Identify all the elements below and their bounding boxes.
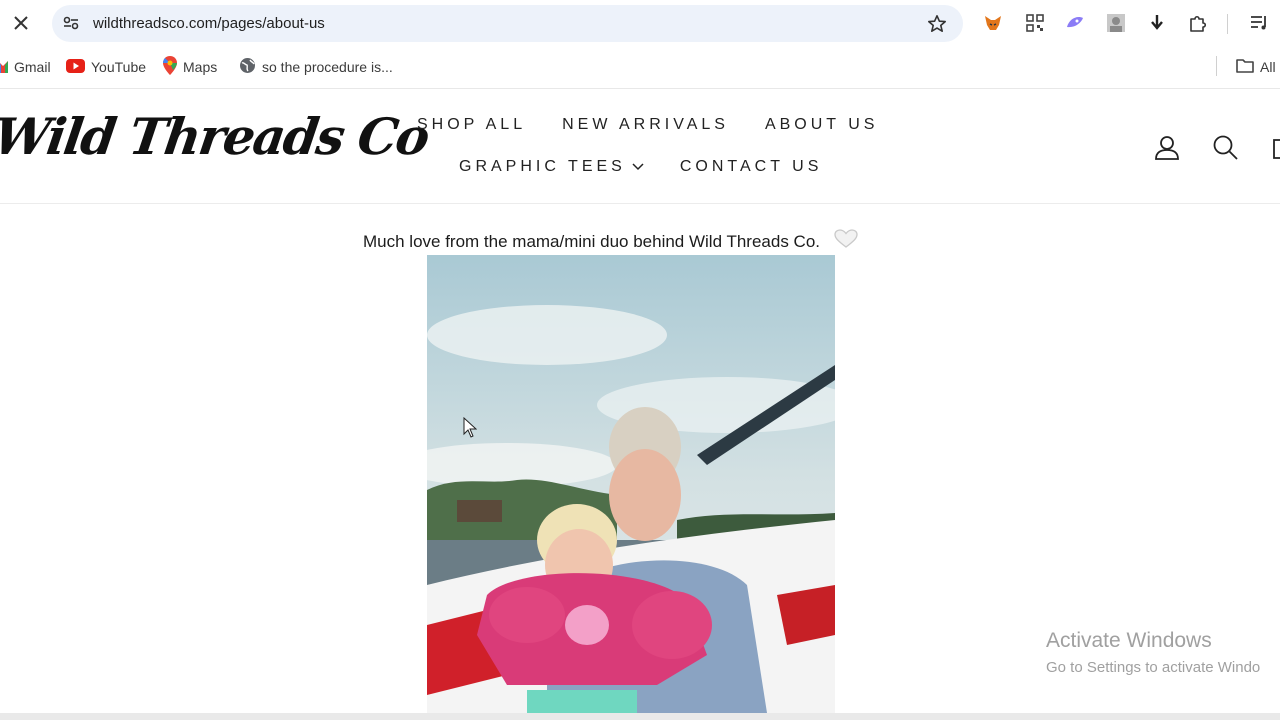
bookmark-label: so the procedure is... [262,59,393,75]
url-text[interactable]: wildthreadsco.com/pages/about-us [93,15,325,32]
about-intro: Much love from the mama/mini duo behind … [363,229,858,254]
close-icon[interactable] [10,12,32,34]
nav-graphic-tees-label: GRAPHIC TEES [459,158,626,175]
toolbar-divider [1227,14,1228,34]
all-bookmarks-label: All [1260,59,1276,75]
download-icon[interactable] [1147,13,1167,33]
chevron-down-icon [632,158,644,176]
site-logo[interactable]: Wild Threads Co [0,107,432,166]
nav-shop-all[interactable]: SHOP ALL [417,116,526,134]
watermark-subtitle: Go to Settings to activate Windo [1046,659,1261,676]
gmail-icon [0,59,8,76]
windows-activation-watermark: Activate Windows Go to Settings to activ… [1046,629,1260,676]
bookmarks-divider [1216,56,1217,76]
bookmark-label: Gmail [14,59,51,75]
account-icon[interactable] [1154,134,1180,160]
nav-graphic-tees[interactable]: GRAPHIC TEES [459,158,644,176]
puzzle-icon[interactable] [1188,13,1208,33]
folder-icon [1236,58,1254,76]
page-bottom-edge [0,713,1280,720]
cart-icon[interactable] [1270,134,1280,160]
bookmark-gmail[interactable]: Gmail [0,57,51,77]
bookmarks-bar: Gmail YouTube Maps so the procedure is..… [0,46,1280,89]
bookmark-youtube[interactable]: YouTube [66,57,146,77]
watermark-title: Activate Windows [1046,629,1212,652]
address-bar[interactable]: wildthreadsco.com/pages/about-us [52,5,963,42]
metamask-icon[interactable] [983,13,1003,33]
reading-list-icon[interactable] [1249,13,1269,33]
bookmark-maps[interactable]: Maps [163,56,218,78]
mouse-cursor-icon [463,416,478,439]
main-nav-row-2: GRAPHIC TEES CONTACT US [459,158,822,176]
intro-text: Much love from the mama/mini duo behind … [363,231,820,251]
heart-icon [834,229,858,254]
main-nav-row-1: SHOP ALL NEW ARRIVALS ABOUT US [417,116,878,134]
bookmark-label: YouTube [91,59,147,75]
all-bookmarks-button[interactable]: All [1236,57,1276,77]
bookmark-procedure[interactable]: so the procedure is... [239,57,393,77]
site-header: Wild Threads Co SHOP ALL NEW ARRIVALS AB… [0,89,1280,204]
youtube-icon [66,58,85,76]
qr-code-icon[interactable] [1025,13,1045,33]
ai-extension-icon[interactable] [1065,13,1085,33]
nav-new-arrivals[interactable]: NEW ARRIVALS [562,116,729,134]
bookmark-label: Maps [183,59,218,75]
browser-toolbar: wildthreadsco.com/pages/about-us [0,0,1280,46]
bookmark-star-icon[interactable] [927,14,947,34]
globe-icon [239,57,256,77]
maps-icon [163,56,177,78]
search-icon[interactable] [1212,134,1238,160]
nav-about-us[interactable]: ABOUT US [765,116,879,134]
profile-extension-icon[interactable] [1106,13,1126,33]
site-info-icon[interactable] [62,14,80,32]
nav-contact-us[interactable]: CONTACT US [680,158,823,176]
about-photo [427,255,835,713]
